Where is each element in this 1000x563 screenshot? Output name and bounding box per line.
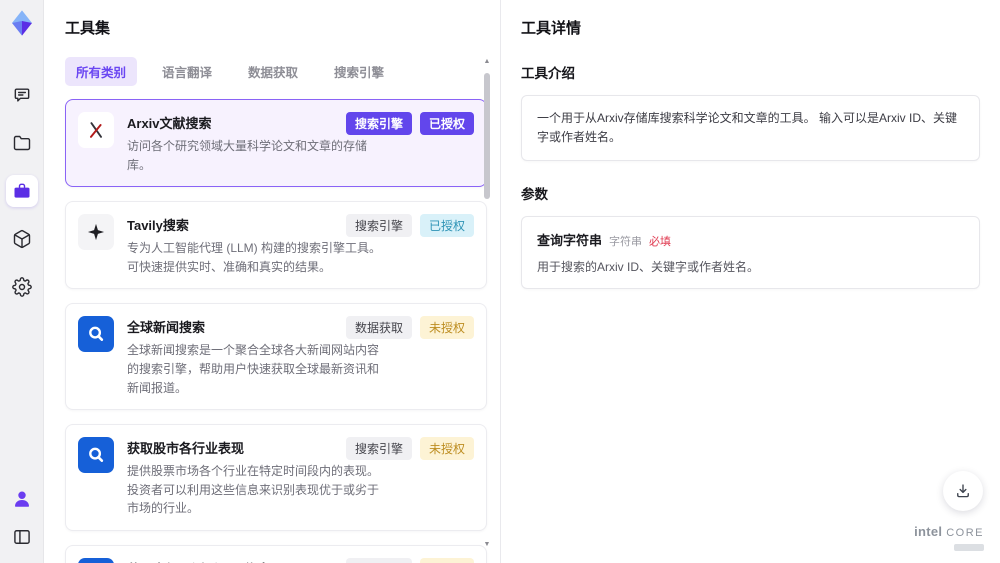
- app-sidebar: [0, 0, 44, 563]
- tool-description: 专为人工智能代理 (LLM) 构建的搜索引擎工具。可快速提供实时、准确和真实的结…: [127, 241, 382, 274]
- arxiv-logo-icon: [89, 122, 103, 138]
- tool-card[interactable]: 全球新闻搜索 全球新闻搜索是一个聚合全球各大新闻网站内容的搜索引擎，帮助用户快速…: [65, 303, 487, 411]
- news-search-icon: [89, 327, 104, 342]
- details-title: 工具详情: [521, 20, 582, 37]
- tool-icon: [78, 214, 114, 251]
- auth-status-badge: 已授权: [419, 214, 474, 238]
- scroll-up-arrow[interactable]: ▲: [483, 58, 491, 66]
- list-scrollbar[interactable]: ▲ ▼: [483, 58, 491, 549]
- briefcase-icon: [14, 183, 29, 198]
- tool-list-pane: 工具集 所有类别 语言翻译 数据获取 搜索引擎 Arxiv文献搜索 访问各个研究…: [44, 0, 500, 563]
- category-badge: 搜索引擎: [345, 557, 412, 563]
- sidebar-nav: [5, 79, 38, 319]
- tab-all-categories[interactable]: 所有类别: [65, 57, 138, 86]
- panel-icon: [13, 530, 30, 544]
- tool-description: 全球新闻搜索是一个聚合全球各大新闻网站内容的搜索引擎，帮助用户快速获取全球最新资…: [127, 343, 380, 395]
- brand-word-core: core: [946, 527, 984, 539]
- sidebar-item-collapse[interactable]: [6, 521, 38, 553]
- sidebar-bottom: [6, 483, 38, 553]
- category-badge: 搜索引擎: [345, 214, 412, 238]
- scroll-down-arrow[interactable]: ▼: [483, 541, 491, 549]
- sidebar-item-settings[interactable]: [6, 271, 38, 303]
- tool-description: 访问各个研究领域大量科学论文和文章的存储库。: [127, 139, 368, 172]
- sidebar-item-chat[interactable]: [6, 79, 38, 111]
- tool-icon: [78, 557, 114, 563]
- tool-card-list: Arxiv文献搜索 访问各个研究领域大量科学论文和文章的存储库。 搜索引擎 已授…: [65, 99, 487, 563]
- tab-translation[interactable]: 语言翻译: [151, 57, 223, 86]
- page-title: 工具集: [65, 20, 111, 37]
- category-tabs: 所有类别 语言翻译 数据获取 搜索引擎: [65, 57, 500, 86]
- param-description: 用于搜索的Arxiv ID、关键字或作者姓名。: [537, 260, 760, 275]
- intro-box: 一个用于从Arxiv存储库搜索科学论文和文章的工具。 输入可以是Arxiv ID…: [521, 95, 980, 162]
- param-box: 查询字符串 字符串 必填 用于搜索的Arxiv ID、关键字或作者姓名。: [521, 216, 980, 290]
- auth-status-badge: 未授权: [419, 316, 474, 340]
- tool-icon: [78, 112, 114, 148]
- cube-icon: [13, 229, 30, 249]
- tool-card[interactable]: 获取市场最活跃股票信息 提供当天交易量最高的股票列表，投资者可以利用这些信息来识…: [65, 544, 487, 563]
- folder-icon: [13, 135, 30, 151]
- tool-icon: [78, 316, 114, 353]
- sidebar-item-files[interactable]: [6, 127, 38, 159]
- auth-status-badge: 未授权: [419, 557, 474, 563]
- intro-heading: 工具介绍: [521, 66, 575, 81]
- tab-data-fetch[interactable]: 数据获取: [237, 57, 309, 86]
- sidebar-item-toolbox[interactable]: [5, 175, 38, 207]
- scrollbar-thumb[interactable]: [484, 73, 490, 199]
- brand-subbadge: [954, 544, 984, 551]
- auth-status-badge: 已授权: [419, 112, 474, 135]
- tab-search-engine[interactable]: 搜索引擎: [323, 57, 395, 86]
- category-badge: 搜索引擎: [345, 112, 412, 135]
- news-search-icon: [89, 447, 104, 463]
- param-required-flag: 必填: [649, 236, 672, 249]
- auth-status-badge: 未授权: [419, 437, 474, 461]
- tool-card[interactable]: Arxiv文献搜索 访问各个研究领域大量科学论文和文章的存储库。 搜索引擎 已授…: [65, 99, 487, 188]
- tool-details-pane: 工具详情 工具介绍 一个用于从Arxiv存储库搜索科学论文和文章的工具。 输入可…: [500, 0, 1000, 563]
- tavily-star-icon: [87, 224, 105, 241]
- chat-icon: [14, 88, 29, 102]
- sidebar-item-models[interactable]: [6, 223, 38, 255]
- download-icon: [957, 484, 969, 498]
- tool-description: 提供股票市场各个行业在特定时间段内的表现。投资者可以利用这些信息来识别表现优于或…: [127, 464, 380, 516]
- user-icon: [14, 491, 29, 507]
- brand-word-intel: intel: [914, 524, 943, 539]
- params-heading: 参数: [521, 187, 548, 203]
- category-badge: 搜索引擎: [345, 437, 412, 461]
- tool-card[interactable]: Tavily搜索 专为人工智能代理 (LLM) 构建的搜索引擎工具。可快速提供实…: [65, 201, 487, 290]
- intro-text: 一个用于从Arxiv存储库搜索科学论文和文章的工具。 输入可以是Arxiv ID…: [537, 111, 958, 145]
- app-window: 工具集 所有类别 语言翻译 数据获取 搜索引擎 Arxiv文献搜索 访问各个研究…: [0, 0, 1000, 563]
- sidebar-item-account[interactable]: [6, 483, 38, 515]
- param-type: 字符串: [609, 236, 643, 249]
- gear-icon: [11, 277, 32, 297]
- intel-core-logo: intel core: [914, 524, 984, 551]
- download-button[interactable]: [943, 471, 983, 511]
- tool-card[interactable]: 获取股市各行业表现 提供股票市场各个行业在特定时间段内的表现。投资者可以利用这些…: [65, 424, 487, 531]
- app-logo: [11, 10, 32, 36]
- param-name: 查询字符串: [537, 233, 603, 249]
- tool-icon: [78, 437, 114, 474]
- category-badge: 数据获取: [345, 316, 412, 340]
